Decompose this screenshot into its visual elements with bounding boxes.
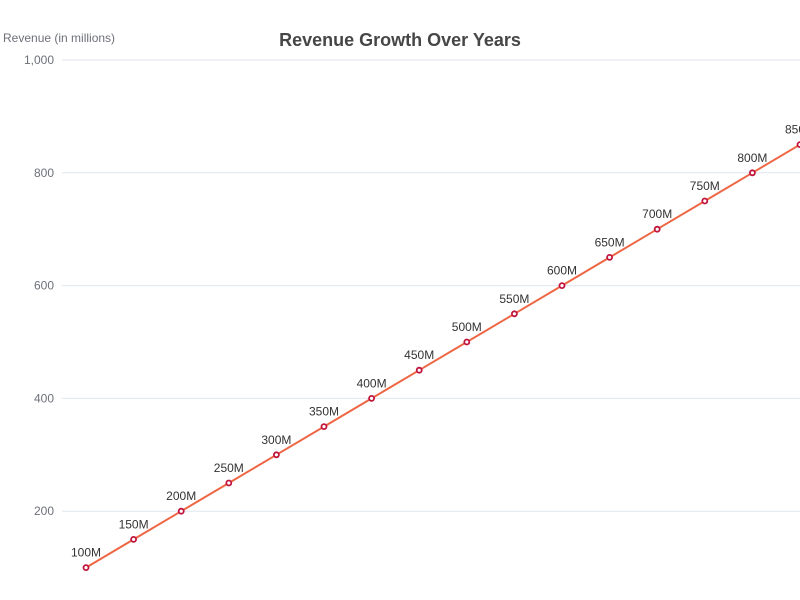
data-point[interactable]	[272, 451, 280, 459]
data-point[interactable]	[701, 197, 709, 205]
data-label: 300M	[261, 433, 291, 447]
data-label: 800M	[737, 151, 767, 165]
y-tick-label: 400	[34, 391, 54, 405]
data-label: 700M	[642, 207, 672, 221]
grid-layer	[62, 59, 800, 512]
data-point[interactable]	[415, 366, 423, 374]
data-label: 100M	[71, 546, 101, 560]
data-point[interactable]	[177, 507, 185, 515]
data-point[interactable]	[82, 564, 90, 571]
data-label: 550M	[499, 292, 529, 306]
chart-container: Revenue Growth Over Years Revenue (in mi…	[0, 0, 800, 600]
data-label: 650M	[595, 235, 625, 249]
data-label: 450M	[404, 348, 434, 362]
y-tick-label: 200	[34, 504, 54, 518]
data-label: 250M	[214, 461, 244, 475]
data-point[interactable]	[130, 536, 138, 543]
y-tick-label: 600	[34, 279, 54, 293]
data-label: 750M	[690, 179, 720, 193]
series-line-layer	[85, 143, 800, 569]
data-label: 500M	[452, 320, 482, 334]
data-label: 350M	[309, 405, 339, 419]
y-tick-label: 1,000	[24, 53, 54, 67]
data-label: 850M	[785, 123, 800, 137]
data-point[interactable]	[606, 253, 613, 261]
y-tick-layer: 200 400 600 800 1,000	[24, 53, 54, 518]
data-point[interactable]	[558, 282, 566, 290]
data-point[interactable]	[463, 338, 471, 346]
data-label: 200M	[166, 489, 196, 503]
y-tick-label: 800	[34, 166, 54, 180]
data-point[interactable]	[653, 225, 661, 233]
data-label-layer: 100M 150M 200M 250M 300M 350M 400M 450M 500M 550M…	[71, 123, 800, 560]
data-point[interactable]	[511, 310, 518, 318]
series-line	[85, 143, 800, 569]
data-label: 600M	[547, 264, 577, 278]
data-label: 400M	[357, 376, 387, 390]
data-label: 150M	[119, 517, 149, 531]
data-point[interactable]	[225, 479, 233, 487]
chart-plot: 200 400 600 800 1,000 100M 150M 200M 250M 300M 35…	[24, 53, 800, 571]
data-point[interactable]	[749, 169, 756, 177]
data-point[interactable]	[368, 394, 376, 402]
data-point[interactable]	[320, 423, 328, 431]
